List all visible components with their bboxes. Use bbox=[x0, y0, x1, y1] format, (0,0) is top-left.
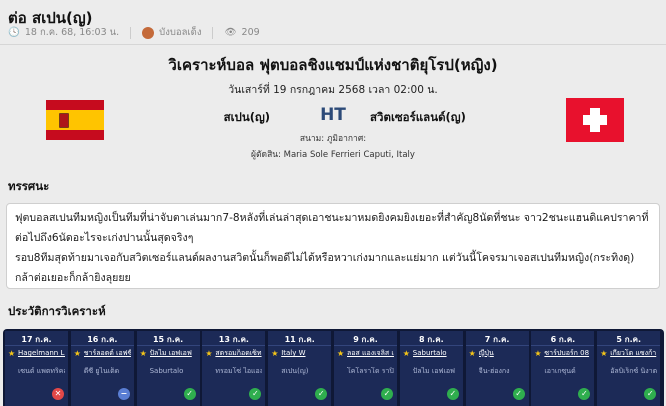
history-card[interactable]: 17 ก.ค.★Hagelmann Litauenเซนต์ แพตทริคส์… bbox=[5, 331, 68, 406]
clock-icon: 🕓 bbox=[8, 27, 20, 38]
history-pick[interactable]: เกียวโต แซงก้า bbox=[610, 349, 657, 358]
author-avatar[interactable] bbox=[142, 26, 155, 39]
history-pick[interactable]: ปัลไม เอฟเอฟ bbox=[150, 349, 197, 358]
history-opponent: เซนต์ แพตทริคส์ แอธเลติก bbox=[18, 367, 65, 375]
history-heading: ประวัติการวิเคราะห์ bbox=[8, 304, 106, 318]
history-card[interactable]: 15 ก.ค. ★ ปัลไม เอฟเอฟ Saburtalo ✓ bbox=[136, 331, 200, 406]
star-icon: ★ bbox=[139, 349, 147, 358]
meta-divider bbox=[130, 26, 132, 39]
opinion-text-1: ฟุตบอลสเปนทีมหญิงเป็นทีมที่น่าจับตาเล่นม… bbox=[15, 212, 649, 244]
history-opponent: ทรอมโซ่ ไอแอล bbox=[215, 367, 263, 375]
match-heading: วิเคราะห์บอล ฟุตบอลชิงแชมป์แห่งชาติยุโรป… bbox=[168, 56, 498, 74]
history-pick[interactable]: ลอส แองเจลิส เอฟซี bbox=[347, 349, 394, 358]
eye-icon: 👁 bbox=[224, 27, 237, 38]
result-win-icon: ✓ bbox=[381, 388, 393, 400]
star-icon: ★ bbox=[73, 349, 81, 358]
star-icon: ★ bbox=[468, 349, 476, 358]
history-strip: 17 ก.ค.★Hagelmann Litauenเซนต์ แพตทริคส์… bbox=[3, 329, 664, 406]
history-card[interactable]: 16 ก.ค. ★ ชาร์ลอตต์ เอฟซี ดีซี ยูไนเต็ด − bbox=[70, 331, 134, 406]
history-opponent: Saburtalo bbox=[149, 367, 184, 375]
history-pick[interactable]: ญี่ปุ่น bbox=[479, 349, 526, 358]
history-opponent: อัลบิเร็กซ์ นิงาตะ bbox=[610, 367, 658, 375]
result-draw-icon: − bbox=[117, 388, 130, 400]
history-card[interactable]: 11 ก.ค. ★ Italy W สเปน(ญ) ✓ bbox=[268, 331, 332, 406]
card-divider bbox=[465, 345, 529, 346]
author-name[interactable]: บังบอลเด็ง bbox=[159, 25, 201, 40]
history-pick[interactable]: Italy W bbox=[281, 349, 328, 358]
history-pick[interactable]: Saburtalo bbox=[413, 349, 460, 358]
card-divider bbox=[531, 345, 595, 346]
referee-info: ผู้ตัดสิน: Maria Sole Ferrieri Caputi, I… bbox=[251, 150, 415, 160]
star-icon: ★ bbox=[271, 349, 279, 358]
card-divider bbox=[5, 345, 68, 346]
history-pick[interactable]: Hagelmann Litauen bbox=[18, 349, 65, 358]
history-opponent: จีน-ฮ่องกง bbox=[478, 367, 510, 375]
history-opponent: เอาเกซุนด์ bbox=[544, 367, 576, 375]
match-card: วิเคราะห์บอล ฟุตบอลชิงแชมป์แห่งชาติยุโรป… bbox=[0, 46, 666, 168]
card-divider bbox=[597, 345, 661, 346]
opinion-heading: ทรรศนะ bbox=[8, 179, 50, 193]
history-pick[interactable]: ซาร์ปบอร์ก 08 bbox=[544, 349, 591, 358]
opinion-text-2: รอบ8ทีมสุดท้ายมาเจอกับสวิตเซอร์แลนด์ผลงา… bbox=[15, 252, 635, 284]
card-divider bbox=[202, 345, 266, 346]
star-icon: ★ bbox=[534, 349, 542, 358]
history-opponent: โคโลราโด ราปิดส์ bbox=[347, 367, 394, 375]
card-divider bbox=[136, 345, 200, 346]
history-opponent: ปัลไม เอฟเอฟ bbox=[412, 367, 455, 375]
meta-divider bbox=[212, 26, 214, 39]
result-win-icon: ✓ bbox=[512, 388, 525, 400]
opinion-box: ฟุตบอลสเปนทีมหญิงเป็นทีมที่น่าจับตาเล่นม… bbox=[6, 203, 660, 289]
star-icon: ★ bbox=[600, 349, 608, 358]
history-card[interactable]: 7 ก.ค. ★ ญี่ปุ่น จีน-ฮ่องกง ✓ bbox=[465, 331, 529, 406]
history-card[interactable]: 8 ก.ค. ★ Saburtalo ปัลไม เอฟเอฟ ✓ bbox=[399, 331, 463, 406]
published-date: 18 ก.ค. 68, 16:03 น. bbox=[24, 27, 120, 38]
away-team: สวิตเซอร์แลนด์(ญ) bbox=[370, 110, 466, 124]
result-loss-icon: ✕ bbox=[52, 388, 64, 400]
star-icon: ★ bbox=[8, 349, 16, 358]
header-divider bbox=[0, 44, 666, 45]
result-win-icon: ✓ bbox=[183, 388, 196, 400]
view-count: 209 bbox=[241, 27, 260, 38]
result-win-icon: ✓ bbox=[315, 388, 328, 400]
cross-horizontal bbox=[583, 115, 607, 125]
history-opponent: ดีซี ยูไนเต็ด bbox=[83, 367, 120, 375]
card-divider bbox=[334, 345, 397, 346]
card-divider bbox=[70, 345, 134, 346]
star-icon: ★ bbox=[402, 349, 410, 358]
article-meta: 🕓 18 ก.ค. 68, 16:03 น. บังบอลเด็ง 👁 209 bbox=[8, 25, 260, 40]
result-win-icon: ✓ bbox=[446, 388, 459, 400]
history-card[interactable]: 9 ก.ค.★ลอส แองเจลิส เอฟซีโคโลราโด ราปิดส… bbox=[334, 331, 397, 406]
star-icon: ★ bbox=[205, 349, 213, 358]
result-win-icon: ✓ bbox=[644, 388, 657, 400]
history-card[interactable]: 5 ก.ค. ★ เกียวโต แซงก้า อัลบิเร็กซ์ นิงาตะ ✓ bbox=[597, 331, 661, 406]
card-divider bbox=[399, 345, 463, 346]
stadium-info: สนาม: ภูมิอากาศ: bbox=[299, 134, 367, 144]
star-icon: ★ bbox=[337, 349, 345, 358]
result-win-icon: ✓ bbox=[578, 388, 591, 400]
history-pick[interactable]: สตรอมก็อดเซ็ท bbox=[215, 349, 262, 358]
history-card[interactable]: 13 ก.ค. ★ สตรอมก็อดเซ็ท ทรอมโซ่ ไอแอล ✓ bbox=[202, 331, 266, 406]
result-win-icon: ✓ bbox=[249, 388, 262, 400]
match-datetime: วันเสาร์ที่ 19 กรกฎาคม 2568 เวลา 02:00 น… bbox=[228, 84, 438, 96]
card-divider bbox=[268, 345, 332, 346]
history-card[interactable]: 6 ก.ค. ★ ซาร์ปบอร์ก 08 เอาเกซุนด์ ✓ bbox=[531, 331, 595, 406]
history-opponent: สเปน(ญ) bbox=[281, 367, 309, 375]
history-pick[interactable]: ชาร์ลอตต์ เอฟซี bbox=[84, 349, 131, 358]
